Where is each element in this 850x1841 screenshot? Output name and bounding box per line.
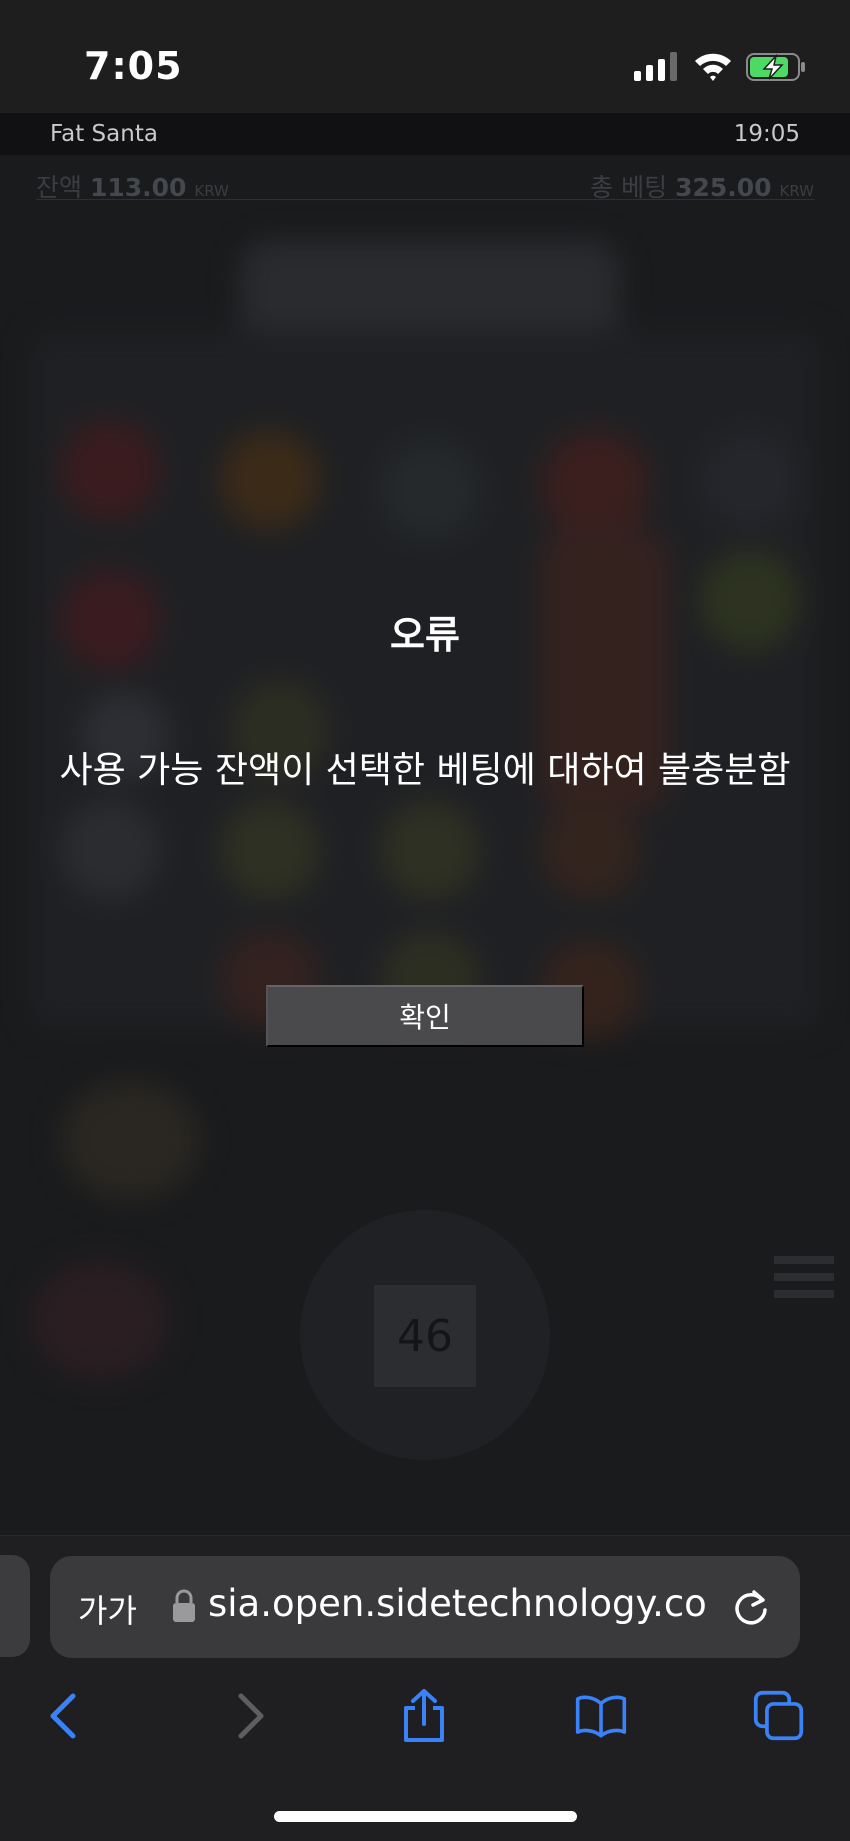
back-arrow-icon[interactable] — [40, 1688, 92, 1744]
balance-label: 잔액 — [36, 173, 83, 202]
text-size-button[interactable]: 가가 — [78, 1586, 137, 1632]
wifi-icon — [695, 53, 731, 81]
lock-icon — [173, 1589, 195, 1622]
game-title: Fat Santa — [50, 121, 158, 147]
url-text: sia.open.sidetechnology.co — [208, 1582, 707, 1625]
balance-currency: KRW — [194, 182, 229, 200]
home-indicator — [274, 1811, 577, 1822]
reload-icon[interactable] — [730, 1586, 772, 1628]
battery-charging-icon — [746, 53, 805, 81]
bookmarks-icon[interactable] — [575, 1688, 627, 1744]
tabs-icon[interactable] — [753, 1688, 805, 1744]
address-bar[interactable]: 가가 sia.open.sidetechnology.co — [50, 1556, 800, 1658]
forward-arrow-icon[interactable] — [222, 1688, 274, 1744]
cellular-signal-icon — [634, 52, 677, 81]
balance-bar: 잔액 113.00 KRW 총 베팅 325.00 KRW — [36, 166, 814, 202]
balance-display: 잔액 113.00 KRW — [36, 168, 229, 204]
previous-tab-preview[interactable] — [0, 1555, 30, 1657]
game-header: Fat Santa 19:05 — [0, 113, 850, 155]
total-bet-currency: KRW — [779, 182, 814, 200]
spin-counter: 46 — [374, 1285, 476, 1387]
game-clock: 19:05 — [733, 121, 800, 147]
screen: 7:05 Fat Santa 19:05 잔액 113.00 KRW 총 베팅 … — [0, 0, 850, 1841]
menu-icon — [774, 1256, 834, 1302]
slot-game-area: 46 — [0, 200, 850, 1535]
dialog-message: 사용 가능 잔액이 선택한 베팅에 대하여 불충분함 — [59, 750, 791, 791]
balance-value: 113.00 — [89, 173, 187, 202]
share-icon[interactable] — [398, 1688, 450, 1744]
confirm-button[interactable]: 확인 — [266, 985, 584, 1047]
status-time: 7:05 — [84, 44, 183, 88]
total-bet-label: 총 베팅 — [590, 173, 668, 202]
total-bet-value: 325.00 — [675, 173, 772, 202]
total-bet-display: 총 베팅 325.00 KRW — [590, 168, 814, 204]
safari-bottom-bar: 가가 sia.open.sidetechnology.co — [0, 1535, 850, 1841]
dialog-title: 오류 — [390, 613, 460, 657]
status-bar: 7:05 — [0, 0, 850, 113]
